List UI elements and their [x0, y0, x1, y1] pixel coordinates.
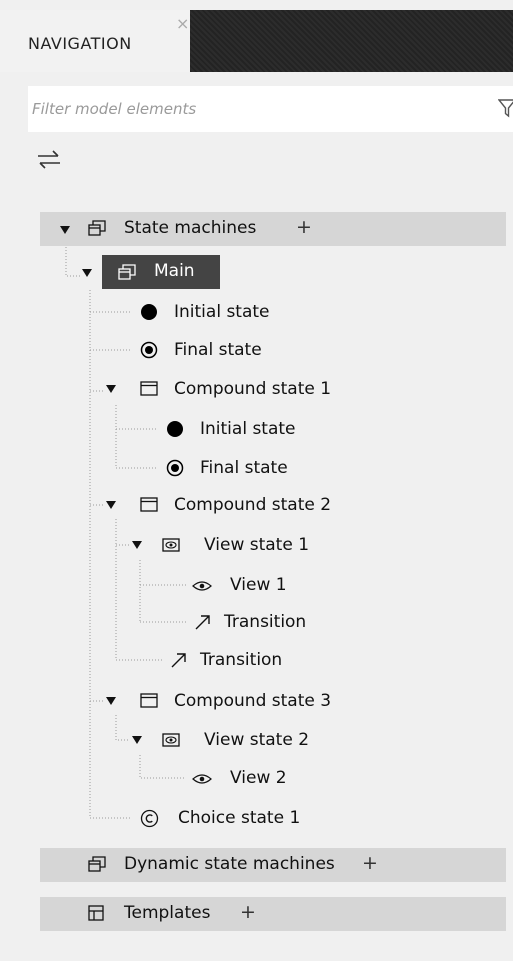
template-icon [88, 905, 104, 921]
tree-node-label: Transition [200, 650, 283, 670]
tree-node-compound-state-1[interactable]: Compound state 1 [106, 374, 331, 404]
swap-arrows-icon[interactable] [36, 148, 62, 170]
tree-node-label: Compound state 2 [174, 495, 332, 515]
expand-caret-icon[interactable] [106, 697, 116, 705]
tree-node-label: Initial state [200, 419, 296, 439]
transition-arrow-icon [195, 615, 210, 630]
expand-caret-icon[interactable] [60, 226, 70, 234]
section-state-machines-label: State machines [124, 218, 257, 238]
state-machine-icon [118, 264, 136, 280]
tree-node-label: View state 1 [204, 535, 310, 555]
transition-arrow-icon [171, 653, 186, 668]
filter-bar [28, 86, 513, 132]
tree-node-label: Final state [200, 458, 288, 478]
initial-state-icon [167, 421, 183, 437]
initial-state-icon [141, 304, 157, 320]
tab-navigation-label: NAVIGATION [28, 34, 132, 53]
expand-caret-icon[interactable] [82, 269, 92, 277]
section-dynamic-state-machines-label: Dynamic state machines [124, 854, 335, 874]
expand-caret-icon[interactable] [106, 385, 116, 393]
tree-node-main-label: Main [154, 261, 195, 281]
section-dynamic-state-machines[interactable]: Dynamic state machines + [40, 848, 506, 882]
eye-icon [192, 581, 212, 591]
filter-icon[interactable] [498, 98, 513, 118]
tree-node-view-state-1[interactable]: View state 1 [132, 530, 309, 560]
state-machine-icon [88, 856, 106, 872]
tree-node-final-state[interactable]: Final state [140, 335, 262, 365]
tree-node-initial-state[interactable]: Initial state [140, 297, 270, 327]
section-templates[interactable]: Templates + [40, 897, 506, 931]
tree-node-transition[interactable]: Transition [194, 607, 306, 637]
tree-node-main[interactable]: Main [82, 255, 220, 289]
tree-node-choice-state-1[interactable]: Choice state 1 [140, 803, 300, 833]
tree-node-transition[interactable]: Transition [170, 645, 282, 675]
tree-node-label: Final state [174, 340, 262, 360]
expand-caret-icon[interactable] [132, 541, 142, 549]
tree-node-label: View 2 [230, 768, 287, 788]
tab-strip: NAVIGATION × [0, 10, 513, 72]
tree-node-view-state-2[interactable]: View state 2 [132, 725, 309, 755]
tree-node-label: Transition [224, 612, 307, 632]
tree-node-label: Compound state 3 [174, 691, 332, 711]
compound-state-icon [140, 381, 158, 396]
tab-navigation[interactable]: NAVIGATION × [0, 10, 190, 72]
section-state-machines[interactable]: State machines + [40, 212, 506, 246]
tree-node-label: View state 2 [204, 730, 310, 750]
section-templates-label: Templates [124, 903, 211, 923]
view-state-icon [162, 538, 180, 552]
compound-state-icon [140, 497, 158, 512]
final-state-icon [140, 341, 158, 359]
expand-caret-icon[interactable] [106, 501, 116, 509]
choice-state-icon [140, 809, 159, 828]
top-strip [0, 0, 513, 10]
tree-node-final-state[interactable]: Final state [166, 453, 288, 483]
compound-state-icon [140, 693, 158, 708]
tree-node-compound-state-3[interactable]: Compound state 3 [106, 686, 331, 716]
tree-node-label: View 1 [230, 575, 287, 595]
final-state-icon [166, 459, 184, 477]
tree-node-initial-state[interactable]: Initial state [166, 414, 296, 444]
add-dynamic-state-machine-icon[interactable]: + [362, 852, 378, 874]
add-template-icon[interactable]: + [240, 901, 256, 923]
tree-node-compound-state-2[interactable]: Compound state 2 [106, 490, 331, 520]
state-machine-icon [88, 220, 106, 236]
eye-icon [192, 774, 212, 784]
close-icon[interactable]: × [176, 16, 189, 32]
tree-node-view-1[interactable]: View 1 [192, 570, 287, 600]
add-state-machine-icon[interactable]: + [296, 216, 312, 238]
tree-node-label: Initial state [174, 302, 270, 322]
tree-node-view-2[interactable]: View 2 [192, 763, 287, 793]
view-state-icon [162, 733, 180, 747]
filter-input[interactable] [28, 86, 472, 132]
expand-caret-icon[interactable] [132, 736, 142, 744]
tree-node-label: Compound state 1 [174, 379, 332, 399]
tree-node-label: Choice state 1 [178, 808, 301, 828]
